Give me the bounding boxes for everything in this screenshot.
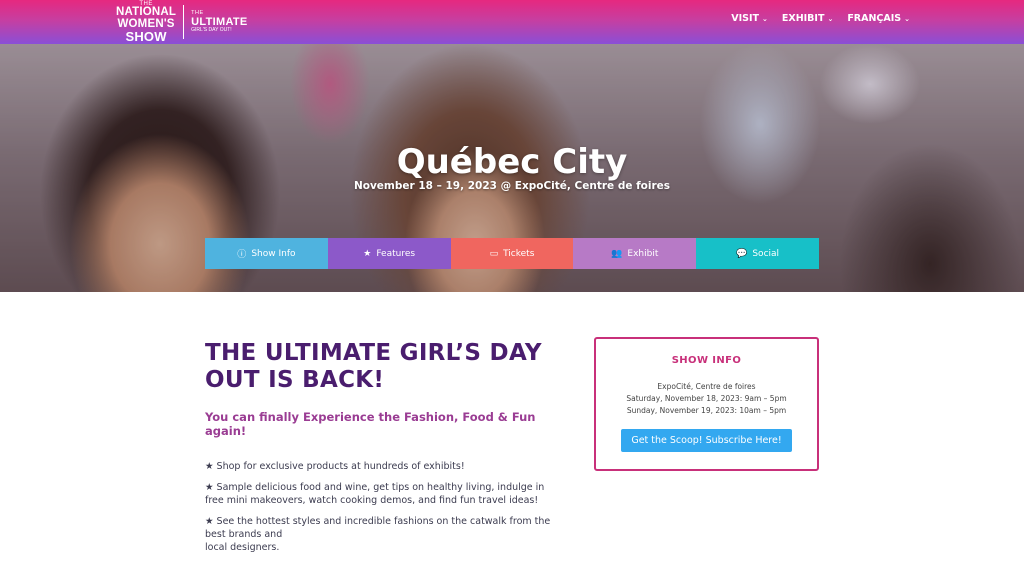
show-info-box: SHOW INFO ExpoCité, Centre de foires Sat… <box>594 337 819 471</box>
tab-features[interactable]: ★ Features <box>327 238 451 269</box>
show-info-details: ExpoCité, Centre de foires Saturday, Nov… <box>596 381 817 417</box>
nav-language[interactable]: FRANÇAIS ⌄ <box>847 13 910 24</box>
info-icon: ⓘ <box>237 250 247 260</box>
nav-visit-label: VISIT <box>731 13 759 24</box>
tab-exhibit[interactable]: 👥 Exhibit <box>573 238 697 269</box>
main-tagline: You can finally Experience the Fashion, … <box>205 410 536 438</box>
logo-text-tagline: GIRL'S DAY OUT! <box>191 26 232 33</box>
nav-exhibit[interactable]: EXHIBIT ⌄ <box>782 13 833 24</box>
feature-list: ★ Shop for exclusive products at hundred… <box>205 460 565 554</box>
users-icon: 👥 <box>611 248 623 259</box>
tab-social-label: Social <box>752 248 780 259</box>
logo-text-show: SHOW <box>125 29 167 44</box>
chevron-down-icon: ⌄ <box>904 14 910 23</box>
show-info-title: SHOW INFO <box>671 355 742 366</box>
chevron-down-icon: ⌄ <box>827 14 834 23</box>
list-item: ★ Sample delicious food and wine, get ti… <box>205 482 545 506</box>
nav-exhibit-label: EXHIBIT <box>781 13 825 24</box>
nav-language-label: FRANÇAIS <box>847 13 902 24</box>
chevron-down-icon: ⌄ <box>762 14 768 23</box>
tab-social[interactable]: 💬 Social <box>696 238 819 269</box>
logo-text-national: NATIONAL <box>116 6 177 18</box>
show-info-date-saturday: Saturday, November 18, 2023: 9am – 5pm <box>626 394 787 403</box>
site-header: THE NATIONAL WOMEN'S SHOW THE ULTIMATE G… <box>0 0 1024 44</box>
hero-title: Québec City <box>396 142 628 182</box>
logo-divider <box>183 5 185 39</box>
main-heading: THE ULTIMATE GIRL’S DAY OUT IS BACK! <box>205 340 542 393</box>
list-item: ★ Shop for exclusive products at hundred… <box>205 461 465 472</box>
list-item: local designers. <box>205 542 280 553</box>
section-tabs: ⓘ Show Info ★ Features ▭ Tickets 👥 Exhib… <box>205 238 819 269</box>
site-logo[interactable]: THE NATIONAL WOMEN'S SHOW THE ULTIMATE G… <box>116 1 248 43</box>
star-icon: ★ <box>363 248 372 259</box>
tab-tickets[interactable]: ▭ Tickets <box>450 238 574 269</box>
subscribe-button[interactable]: Get the Scoop! Subscribe Here! <box>621 429 792 452</box>
list-item: ★ See the hottest styles and incredible … <box>205 516 551 540</box>
logo-national-womens-show: THE NATIONAL WOMEN'S SHOW <box>116 1 176 43</box>
tab-show-info-label: Show Info <box>251 248 296 259</box>
chat-icon: 💬 <box>736 248 748 259</box>
hero-subtitle: November 18 – 19, 2023 @ ExpoCité, Centr… <box>353 180 671 192</box>
tab-exhibit-label: Exhibit <box>627 248 659 259</box>
nav-visit[interactable]: VISIT ⌄ <box>731 13 768 24</box>
tab-show-info[interactable]: ⓘ Show Info <box>205 238 328 269</box>
show-info-date-sunday: Sunday, November 19, 2023: 10am – 5pm <box>626 406 787 415</box>
ticket-icon: ▭ <box>489 248 499 259</box>
hero-banner: Québec City November 18 – 19, 2023 @ Exp… <box>0 44 1024 292</box>
show-info-venue: ExpoCité, Centre de foires <box>657 382 756 391</box>
logo-ultimate: THE ULTIMATE GIRL'S DAY OUT! <box>191 11 247 33</box>
main-nav: VISIT ⌄ EXHIBIT ⌄ FRANÇAIS ⌄ <box>731 13 910 24</box>
tab-tickets-label: Tickets <box>503 248 535 259</box>
main-content: THE ULTIMATE GIRL’S DAY OUT IS BACK! You… <box>205 340 565 562</box>
tab-features-label: Features <box>376 248 416 259</box>
